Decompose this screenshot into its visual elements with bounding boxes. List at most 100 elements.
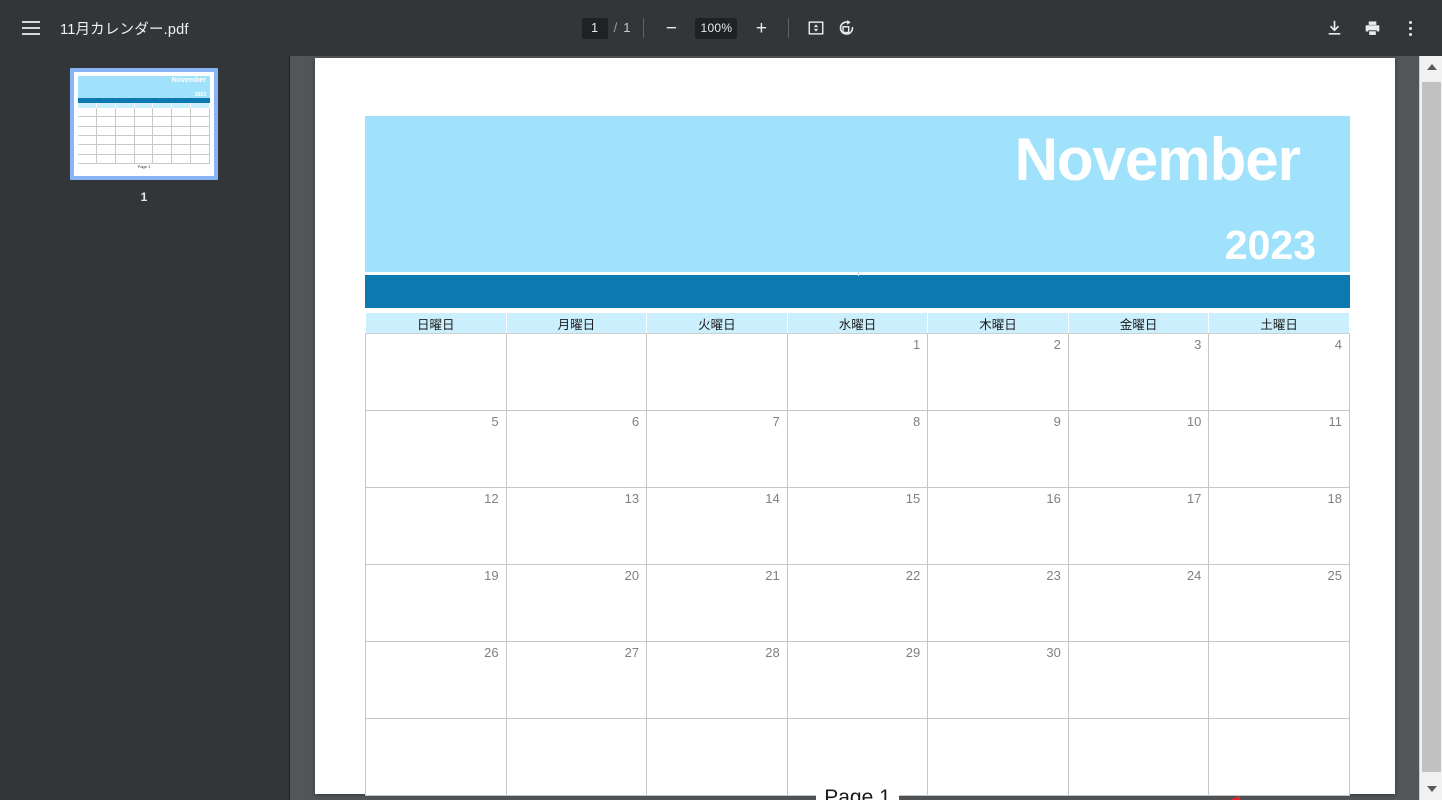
thumb-footer-text: Page 1 [137,164,151,169]
calendar-day-cell: 24 [1067,564,1210,642]
calendar-day-cell: 21 [646,564,788,642]
calendar-month-title: November [1014,126,1301,193]
calendar-day-cell: 5 [365,410,507,488]
zoom-in-button[interactable]: + [747,14,775,42]
calendar-day-cell: 16 [927,487,1069,565]
calendar-day-cell: 28 [646,641,788,719]
toolbar-divider [643,18,645,38]
calendar-week-row: 1 2 3 4 [365,333,1350,411]
calendar-day-cell: 29 [786,641,929,719]
thumb-calendar-header: November 2023 [78,76,210,98]
pdf-viewer-toolbar: 11月カレンダー.pdf / 1 − 100% + [0,0,1442,56]
page-thumbnail-1[interactable]: November 2023 Page 1 [70,68,218,180]
calendar-accent-band [365,272,1350,308]
toolbar-right-group [1320,14,1442,42]
calendar-week-row: 5 6 7 8 9 10 11 [365,410,1350,488]
rotate-icon[interactable] [832,14,860,42]
calendar-day-cell [927,718,1069,796]
weekday-header-sunday: 日曜日 [365,312,507,334]
download-icon[interactable] [1320,14,1348,42]
calendar-day-cell: 2 [927,333,1069,411]
calendar-day-cell: 8 [786,410,929,488]
calendar-day-cell: 30 [927,641,1069,719]
calendar-day-cell: 25 [1208,564,1350,642]
scroll-up-glyph [1426,64,1437,70]
calendar-day-cell: 4 [1208,333,1350,411]
calendar-day-cell: 10 [1067,410,1210,488]
document-title: 11月カレンダー.pdf [60,21,189,38]
more-options-icon[interactable] [1396,14,1424,42]
print-icon[interactable] [1358,14,1386,42]
toolbar-center-group: / 1 − 100% + [0,0,1442,56]
scroll-down-glyph [1426,786,1437,792]
vertical-scrollbar[interactable] [1419,56,1442,800]
thumbnail-page-number: 1 [140,190,148,204]
weekday-header-tuesday: 火曜日 [646,312,788,334]
scroll-up-arrow-icon[interactable] [1420,56,1442,78]
calendar-day-cell [646,718,788,796]
pdf-viewer-canvas[interactable]: November 2023 日曜日 月曜日 火曜日 水曜日 木曜日 金曜日 土曜… [291,56,1419,800]
calendar-day-cell: 3 [1067,333,1210,411]
calendar-week-row [365,718,1350,796]
calendar-day-cell [1067,718,1210,796]
calendar-day-cell: 15 [786,487,929,565]
calendar-day-cell: 9 [927,410,1069,488]
calendar-day-cell: 18 [1208,487,1350,565]
zoom-level-value[interactable]: 100% [695,17,738,39]
calendar-day-cell [505,333,648,411]
calendar-day-cell [1208,641,1350,719]
calendar-day-cell: 7 [646,410,788,488]
thumbnail-preview: November 2023 Page 1 [78,76,210,172]
scrollbar-thumb[interactable] [1422,82,1441,772]
toolbar-left-group: 11月カレンダー.pdf [0,13,189,43]
calendar-day-cell: 22 [786,564,929,642]
toolbar-divider [788,18,790,38]
calendar-grid: 日曜日 月曜日 火曜日 水曜日 木曜日 金曜日 土曜日 1 2 3 4 5 6 … [365,312,1350,796]
calendar-title-banner: November 2023 [365,116,1350,272]
calendar-day-cell: 26 [365,641,507,719]
weekday-header-friday: 金曜日 [1067,312,1210,334]
page-total: 1 [623,20,631,35]
page-footer-text: Page 1 [816,786,899,800]
hamburger-line [22,21,40,23]
kebab-dots [1408,20,1412,36]
page-separator: / [613,20,618,35]
calendar-day-cell: 14 [646,487,788,565]
hamburger-line [22,33,40,35]
calendar-day-cell: 17 [1067,487,1210,565]
fit-to-page-icon[interactable] [802,14,830,42]
calendar-day-cell [646,333,788,411]
page-navigation: / 1 [581,17,631,39]
calendar-year-title: 2023 [1224,222,1316,268]
thumbnail-item[interactable]: November 2023 Page 1 1 [70,68,218,204]
thumb-month-label: November [171,77,206,84]
calendar-day-cell: 27 [505,641,648,719]
pdf-page-1: November 2023 日曜日 月曜日 火曜日 水曜日 木曜日 金曜日 土曜… [315,58,1395,800]
page-number-input[interactable] [581,17,608,39]
thumb-grid [78,108,210,164]
weekday-header-saturday: 土曜日 [1208,312,1350,334]
zoom-out-button[interactable]: − [657,14,685,42]
calendar-day-cell: 23 [927,564,1069,642]
calendar-day-cell [786,718,929,796]
page-footer: Page 1 [365,786,1350,800]
calendar-day-cell: 20 [505,564,648,642]
hamburger-line [22,27,40,29]
scroll-down-arrow-icon[interactable] [1420,778,1442,800]
calendar-day-cell: 13 [505,487,648,565]
calendar-day-cell [1067,641,1210,719]
calendar-week-row: 19 20 21 22 23 24 25 [365,564,1350,642]
calendar-day-cell [505,718,648,796]
zoom-controls: − 100% + [657,14,775,42]
calendar-day-cell: 12 [365,487,507,565]
calendar-day-cell [365,333,507,411]
calendar-document: November 2023 日曜日 月曜日 火曜日 水曜日 木曜日 金曜日 土曜… [365,116,1350,800]
hamburger-menu-icon[interactable] [16,13,46,43]
calendar-day-cell [365,718,507,796]
calendar-day-cell: 6 [505,410,648,488]
weekday-header-monday: 月曜日 [505,312,648,334]
calendar-weekday-header-row: 日曜日 月曜日 火曜日 水曜日 木曜日 金曜日 土曜日 [365,312,1350,334]
calendar-week-row: 12 13 14 15 16 17 18 [365,487,1350,565]
weekday-header-thursday: 木曜日 [927,312,1069,334]
calendar-day-cell [1208,718,1350,796]
